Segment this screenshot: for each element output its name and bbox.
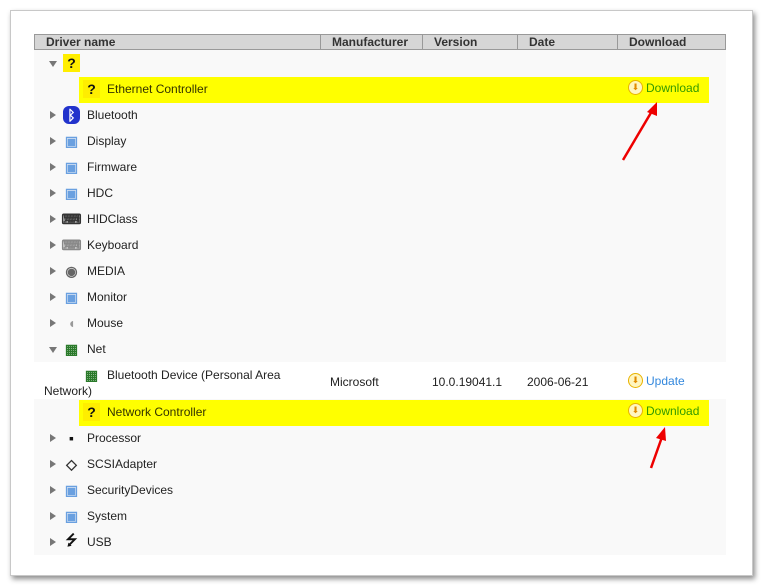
processor-icon: ▪ xyxy=(69,430,74,446)
collapse-arrow-icon[interactable] xyxy=(49,347,57,353)
row-label: Bluetooth Device (Personal Area xyxy=(107,368,281,382)
row-label: HDC xyxy=(87,186,113,200)
col-version[interactable]: Version xyxy=(422,35,517,50)
tree-group-row[interactable]: ◇ SCSIAdapter xyxy=(34,451,726,477)
network-card-icon: ▦ xyxy=(64,340,79,357)
cell-version: 10.0.19041.1 xyxy=(432,375,503,389)
row-label: Processor xyxy=(87,431,142,445)
row-label: SCSIAdapter xyxy=(87,457,158,471)
expand-arrow-icon[interactable] xyxy=(50,267,56,275)
tree-group-row[interactable]: ⌨ HIDClass xyxy=(34,206,726,232)
bluetooth-icon: ᛒ xyxy=(63,106,80,124)
cell-manufacturer: Microsoft xyxy=(330,375,379,389)
action-label: Update xyxy=(646,373,685,388)
row-label: Keyboard xyxy=(87,238,139,252)
expand-arrow-icon[interactable] xyxy=(50,486,56,494)
tree-group-row[interactable]: ᛒ Bluetooth xyxy=(34,102,726,128)
scsi-icon: ◇ xyxy=(66,455,77,472)
row-label: HIDClass xyxy=(87,212,138,226)
driver-row[interactable]: ? Network Controller ⬇ Download xyxy=(34,399,726,426)
row-label: Mouse xyxy=(87,316,124,330)
expand-arrow-icon[interactable] xyxy=(50,241,56,249)
update-link[interactable]: ⬇ Update xyxy=(628,373,685,388)
collapse-arrow-icon[interactable] xyxy=(49,61,57,67)
expand-arrow-icon[interactable] xyxy=(50,215,56,223)
driver-row[interactable]: ? Ethernet Controller ⬇ Download xyxy=(34,76,726,103)
row-label: Net xyxy=(87,342,106,356)
tree-group-row[interactable]: ◉ MEDIA xyxy=(34,258,726,284)
table-header: Driver name Manufacturer Version Date Do… xyxy=(34,34,726,50)
usb-icon: ⭍ xyxy=(65,532,78,548)
download-arrow-icon: ⬇ xyxy=(628,373,643,388)
monitor-icon: ▣ xyxy=(64,158,79,175)
action-label: Download xyxy=(646,80,700,95)
monitor-icon: ▣ xyxy=(64,481,79,498)
expand-arrow-icon[interactable] xyxy=(50,293,56,301)
download-arrow-icon: ⬇ xyxy=(628,403,643,418)
tree-group-row[interactable]: ◖ Mouse xyxy=(34,310,726,336)
monitor-icon: ▣ xyxy=(64,288,79,305)
expand-arrow-icon[interactable] xyxy=(50,434,56,442)
question-icon: ? xyxy=(63,54,80,72)
monitor-icon: ▣ xyxy=(64,507,79,524)
row-label: USB xyxy=(87,535,112,549)
row-label: Bluetooth xyxy=(87,108,138,122)
row-label: Ethernet Controller xyxy=(107,82,208,96)
tree-group-row[interactable]: ? xyxy=(34,50,726,76)
col-download[interactable]: Download xyxy=(617,35,727,50)
tree-group-row[interactable]: ▣ Display xyxy=(34,128,726,154)
row-label: SecurityDevices xyxy=(87,483,174,497)
expand-arrow-icon[interactable] xyxy=(50,460,56,468)
media-icon: ◉ xyxy=(65,262,78,279)
col-manufacturer[interactable]: Manufacturer xyxy=(320,35,422,50)
action-label: Download xyxy=(646,403,700,418)
row-label-continued: Network) xyxy=(44,384,93,398)
tree-group-row[interactable]: ▪ Processor xyxy=(34,425,726,451)
tree-group-row[interactable]: ▣ System xyxy=(34,503,726,529)
expand-arrow-icon[interactable] xyxy=(50,111,56,119)
row-label: Firmware xyxy=(87,160,137,174)
download-link[interactable]: ⬇ Download xyxy=(628,80,699,95)
download-link[interactable]: ⬇ Download xyxy=(628,403,699,418)
hid-icon: ⌨ xyxy=(61,210,82,227)
row-label: MEDIA xyxy=(87,264,126,278)
col-driver-name[interactable]: Driver name xyxy=(35,35,320,50)
expand-arrow-icon[interactable] xyxy=(50,163,56,171)
cell-date: 2006-06-21 xyxy=(527,375,589,389)
col-date[interactable]: Date xyxy=(517,35,617,50)
row-label: Monitor xyxy=(87,290,128,304)
driver-table: Driver name Manufacturer Version Date Do… xyxy=(34,34,726,555)
mouse-icon: ◖ xyxy=(67,315,76,331)
tree-group-row[interactable]: ⌨ Keyboard xyxy=(34,232,726,258)
question-icon: ? xyxy=(83,80,100,98)
expand-arrow-icon[interactable] xyxy=(50,538,56,546)
expand-arrow-icon[interactable] xyxy=(50,137,56,145)
expand-arrow-icon[interactable] xyxy=(50,319,56,327)
tree-group-row[interactable]: ▦ Net xyxy=(34,336,726,362)
tree-group-row[interactable]: ▣ Monitor xyxy=(34,284,726,310)
row-label: Network Controller xyxy=(107,405,207,419)
monitor-icon: ▣ xyxy=(64,132,79,149)
keyboard-icon: ⌨ xyxy=(61,236,82,253)
expand-arrow-icon[interactable] xyxy=(50,512,56,520)
tree-group-row[interactable]: ⭍ USB xyxy=(34,529,726,555)
tree-group-row[interactable]: ▣ HDC xyxy=(34,180,726,206)
download-arrow-icon: ⬇ xyxy=(628,80,643,95)
monitor-icon: ▣ xyxy=(64,184,79,201)
expand-arrow-icon[interactable] xyxy=(50,189,56,197)
row-label: Display xyxy=(87,134,127,148)
tree-group-row[interactable]: ▣ Firmware xyxy=(34,154,726,180)
network-card-icon: ▦ xyxy=(84,366,99,383)
driver-row[interactable]: ▦ Bluetooth Device (Personal Area Network)… xyxy=(34,362,726,399)
tree-group-row[interactable]: ▣ SecurityDevices xyxy=(34,477,726,503)
row-label: System xyxy=(87,509,128,523)
question-icon: ? xyxy=(83,403,100,421)
